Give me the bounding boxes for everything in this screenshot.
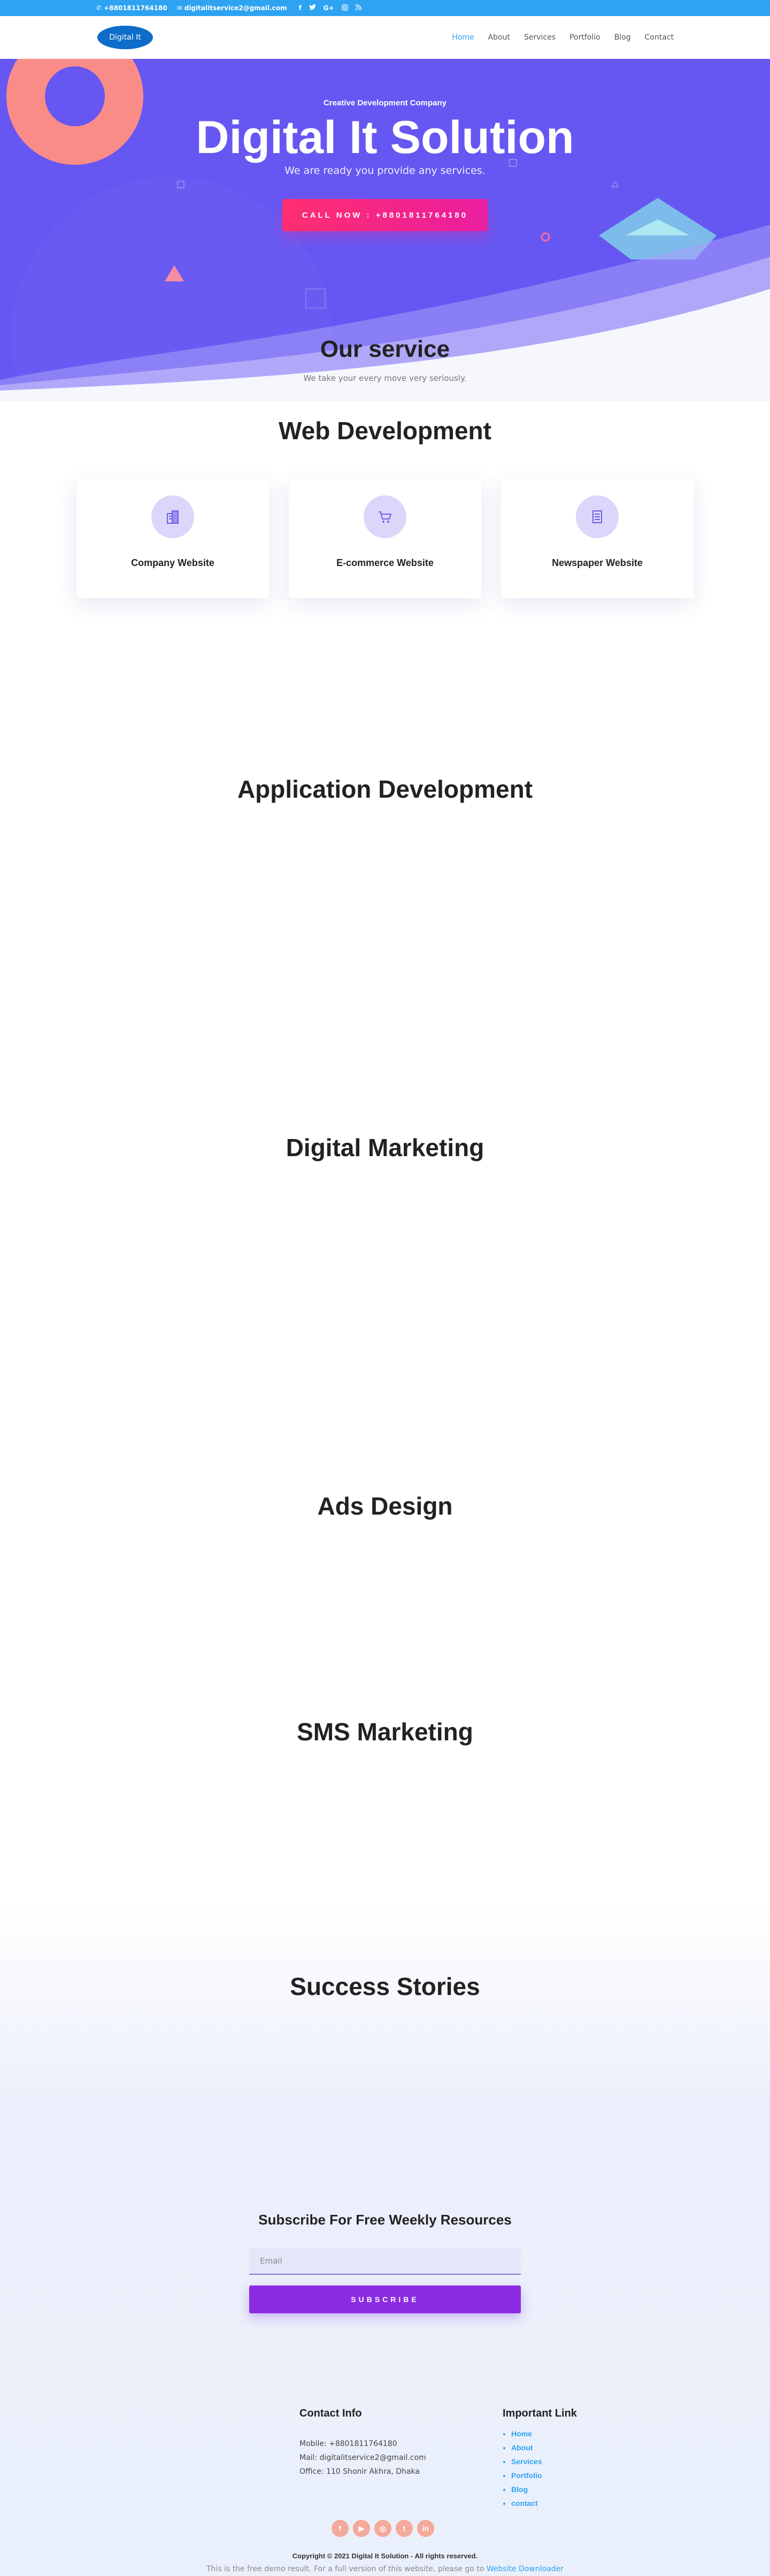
- logo-text: Digital It: [109, 33, 141, 42]
- sms-marketing-heading: SMS Marketing: [297, 1718, 473, 1746]
- topbar-phone-text: +8801811764180: [104, 4, 167, 12]
- topbar-email-text: digitalitservice2@gmail.com: [184, 4, 287, 12]
- nav-portfolio[interactable]: Portfolio: [569, 33, 600, 42]
- youtube-icon[interactable]: ▶: [353, 2520, 370, 2537]
- instagram-icon[interactable]: [341, 4, 348, 12]
- facebook-icon[interactable]: f: [299, 4, 302, 12]
- building-icon: [151, 495, 194, 538]
- footer-link-blog[interactable]: Blog: [511, 2482, 542, 2496]
- application-development-heading: Application Development: [237, 775, 533, 803]
- main-nav: Home About Services Portfolio Blog Conta…: [452, 16, 674, 59]
- demo-notice: This is the free demo result. For a full…: [0, 2565, 770, 2573]
- footer-link-services[interactable]: Services: [511, 2455, 542, 2468]
- success-stories-heading: Success Stories: [290, 1973, 480, 2000]
- copyright: Copyright © 2021 Digital It Solution - A…: [292, 2552, 478, 2560]
- digital-marketing-heading: Digital Marketing: [286, 1134, 484, 1161]
- email-field[interactable]: Email: [249, 2248, 521, 2275]
- hero-subtitle: We are ready you provide any services.: [284, 165, 486, 177]
- nav-contact[interactable]: Contact: [645, 33, 674, 42]
- card-label: Newspaper Website: [552, 557, 643, 568]
- hero-title: Digital It Solution: [196, 112, 574, 163]
- subscribe-button[interactable]: SUBSCRIBE: [249, 2285, 521, 2313]
- contact-info-title: Contact Info: [299, 2407, 362, 2419]
- web-service-cards: Company Website E-commerce Website Newsp…: [76, 479, 694, 598]
- card-ecommerce-website[interactable]: E-commerce Website: [289, 479, 481, 598]
- rss-icon[interactable]: [355, 4, 361, 12]
- service-subtitle: We take your every move very seriously.: [303, 373, 467, 383]
- contact-office: Office: 110 Shonir Akhra, Dhaka: [299, 2467, 420, 2476]
- web-development-heading: Web Development: [279, 417, 491, 445]
- footer-socials: f ▶ ◎ t in: [332, 2520, 434, 2537]
- google-plus-icon[interactable]: G+: [324, 4, 334, 12]
- service-title: Our service: [320, 336, 450, 362]
- ads-design-heading: Ads Design: [317, 1492, 453, 1520]
- card-newspaper-website[interactable]: Newspaper Website: [501, 479, 694, 598]
- nav-home[interactable]: Home: [452, 33, 474, 42]
- cart-icon: [364, 495, 406, 538]
- site-logo[interactable]: Digital It: [97, 26, 153, 49]
- instagram-icon[interactable]: ◎: [374, 2520, 391, 2537]
- footer-link-portfolio[interactable]: Portfolio: [511, 2468, 542, 2482]
- important-link-title: Important Link: [503, 2407, 577, 2419]
- contact-mobile: Mobile: +8801811764180: [299, 2440, 397, 2448]
- card-company-website[interactable]: Company Website: [76, 479, 269, 598]
- nav-about[interactable]: About: [488, 33, 510, 42]
- newspaper-icon: [576, 495, 619, 538]
- footer-link-contact[interactable]: contact: [511, 2496, 542, 2510]
- footer-link-home[interactable]: Home: [511, 2427, 542, 2441]
- mail-icon: ✉: [176, 4, 182, 12]
- linkedin-icon[interactable]: in: [417, 2520, 434, 2537]
- footer-link-about[interactable]: About: [511, 2441, 542, 2455]
- topbar-phone[interactable]: ✆ +8801811764180: [96, 4, 167, 12]
- topbar-email[interactable]: ✉ digitalitservice2@gmail.com: [177, 4, 287, 12]
- phone-icon: ✆: [96, 4, 102, 12]
- call-now-button[interactable]: CALL NOW : +8801811764180: [282, 199, 488, 231]
- nav-blog[interactable]: Blog: [614, 33, 631, 42]
- site-header: Digital It Home About Services Portfolio…: [0, 16, 770, 59]
- card-label: Company Website: [131, 557, 214, 568]
- hero-kicker: Creative Development Company: [323, 98, 447, 108]
- demo-text: This is the free demo result. For a full…: [206, 2565, 484, 2573]
- subscribe-title: Subscribe For Free Weekly Resources: [258, 2212, 512, 2228]
- facebook-icon[interactable]: f: [332, 2520, 349, 2537]
- twitter-icon[interactable]: [309, 4, 316, 12]
- twitter-icon[interactable]: t: [396, 2520, 413, 2537]
- website-downloader-link[interactable]: Website Downloader: [487, 2565, 564, 2573]
- contact-mail: Mail: digitalitservice2@gmail.com: [299, 2453, 426, 2462]
- footer-links: Home About Services Portfolio Blog conta…: [503, 2427, 542, 2510]
- card-label: E-commerce Website: [336, 557, 434, 568]
- top-bar: ✆ +8801811764180 ✉ digitalitservice2@gma…: [0, 0, 770, 16]
- nav-services[interactable]: Services: [524, 33, 556, 42]
